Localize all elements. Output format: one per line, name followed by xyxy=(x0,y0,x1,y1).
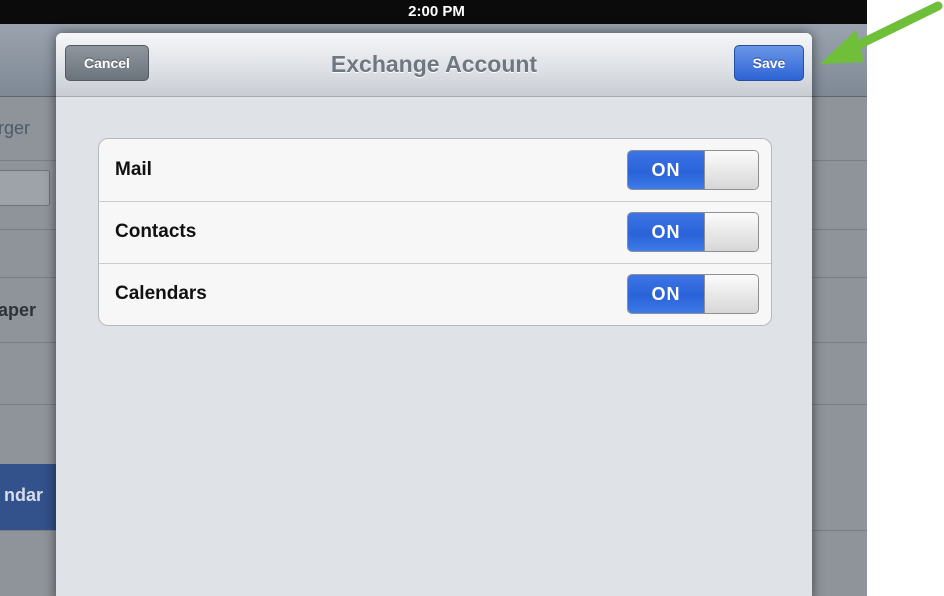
ipad-screen: rger aper ndar 2:00 PM Exchange Account … xyxy=(0,0,867,596)
toggle-state: ON xyxy=(628,275,704,313)
status-bar: 2:00 PM xyxy=(0,0,867,24)
sync-options-group: Mail ON Contacts ON Calendars ON xyxy=(98,138,772,326)
toggle-state: ON xyxy=(628,213,704,251)
green-arrow-icon xyxy=(820,1,943,64)
status-time: 2:00 PM xyxy=(408,3,465,20)
contacts-toggle[interactable]: ON xyxy=(627,212,759,252)
row-label: Contacts xyxy=(115,221,197,242)
mail-toggle[interactable]: ON xyxy=(627,150,759,190)
sheet-body: Mail ON Contacts ON Calendars ON xyxy=(56,97,812,596)
toggle-knob xyxy=(704,275,758,313)
sheet-nav-bar: Exchange Account Cancel Save xyxy=(56,33,812,97)
list-item-contacts: Contacts ON xyxy=(99,201,771,264)
calendars-toggle[interactable]: ON xyxy=(627,274,759,314)
exchange-account-sheet: Exchange Account Cancel Save Mail ON Con… xyxy=(56,33,812,596)
save-button[interactable]: Save xyxy=(734,45,804,81)
list-item-calendars: Calendars ON xyxy=(99,263,771,325)
background-text-fragment: rger xyxy=(0,118,31,138)
list-item-mail: Mail ON xyxy=(99,139,771,202)
background-text-fragment: aper xyxy=(0,300,37,320)
cancel-button[interactable]: Cancel xyxy=(65,45,149,81)
page-title: Exchange Account xyxy=(330,51,538,77)
toggle-state: ON xyxy=(628,151,704,189)
row-label: Mail xyxy=(115,159,152,180)
toggle-knob xyxy=(704,151,758,189)
background-field xyxy=(0,170,50,206)
row-label: Calendars xyxy=(115,283,207,304)
background-text-fragment: ndar xyxy=(4,485,44,505)
toggle-knob xyxy=(704,213,758,251)
